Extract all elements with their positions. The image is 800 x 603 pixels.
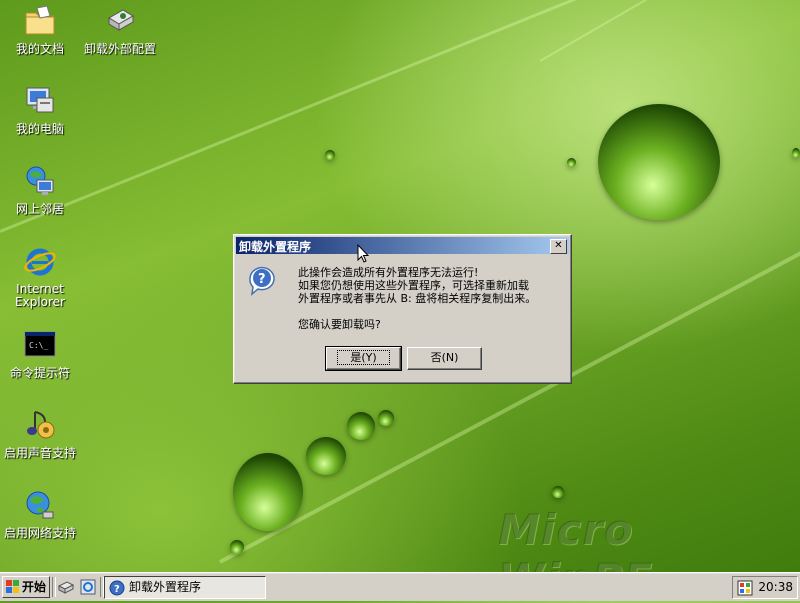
svg-text:C:\_: C:\_	[29, 341, 48, 350]
close-button[interactable]: ✕	[550, 239, 567, 254]
command-prompt-icon: C:\_	[23, 328, 57, 362]
message-line: 此操作会造成所有外置程序无法运行!	[298, 266, 568, 279]
desktop-icon-label-line2: Explorer	[0, 296, 80, 309]
network-icon	[23, 164, 57, 198]
computer-icon	[23, 84, 57, 118]
desktop-icon-label: 卸载外部配置	[80, 43, 160, 56]
drive-icon	[103, 4, 137, 38]
display-settings-icon[interactable]	[737, 580, 753, 596]
windows-flag-icon	[6, 580, 20, 594]
taskbar: 开始 ? 卸载外置程序 20:38	[0, 572, 800, 601]
yes-button-label: 是(Y)	[337, 350, 389, 365]
taskbar-item-label: 卸载外置程序	[129, 577, 201, 598]
mouse-cursor-icon	[357, 244, 369, 264]
desktop-icon-my-computer[interactable]: 我的电脑	[0, 84, 80, 136]
desktop-icon-label: 启用声音支持	[0, 447, 80, 460]
water-drop	[230, 540, 244, 554]
dialog-title: 卸载外置程序	[239, 238, 311, 255]
desktop-icon-label: 我的文档	[0, 43, 80, 56]
message-line: 外置程序或者事先从 B: 盘将相关程序复制出来。	[298, 292, 568, 305]
folder-icon	[23, 4, 57, 38]
water-drop	[347, 412, 375, 440]
water-drop	[306, 437, 346, 475]
desktop-icon-unload-config[interactable]: 卸载外部配置	[80, 4, 160, 56]
water-drop	[792, 148, 800, 158]
unload-dialog[interactable]: 卸载外置程序 ✕ ? 此操作会造成所有外置程序无法运行! 如果您仍想使用这些外置…	[233, 234, 572, 384]
desktop-icon-internet-explorer[interactable]: Internet Explorer	[0, 244, 80, 309]
system-tray: 20:38	[732, 576, 798, 599]
desktop-icon-command-prompt[interactable]: C:\_ 命令提示符	[0, 328, 80, 380]
svg-text:?: ?	[114, 584, 120, 595]
desktop-icon-label: 我的电脑	[0, 123, 80, 136]
no-button[interactable]: 否(N)	[407, 347, 482, 370]
internet-explorer-icon	[23, 244, 57, 278]
quicklaunch-drive-icon[interactable]	[57, 578, 75, 596]
start-button[interactable]: 开始	[2, 576, 50, 598]
message-line: 如果您仍想使用这些外置程序，可选择重新加载	[298, 279, 568, 292]
desktop-icon-label: 启用网络支持	[0, 527, 80, 540]
start-label: 开始	[22, 577, 46, 597]
water-drop	[567, 158, 576, 167]
water-drop	[378, 410, 394, 426]
dialog-titlebar[interactable]: 卸载外置程序 ✕	[236, 237, 569, 254]
svg-text:?: ?	[258, 272, 266, 287]
no-button-label: 否(N)	[431, 351, 459, 364]
dialog-message: 此操作会造成所有外置程序无法运行! 如果您仍想使用这些外置程序，可选择重新加载 …	[298, 266, 568, 331]
question-icon: ?	[109, 580, 125, 596]
clock[interactable]: 20:38	[758, 577, 793, 598]
desktop-icon-label: 网上邻居	[0, 203, 80, 216]
desktop-icon-my-documents[interactable]: 我的文档	[0, 4, 80, 56]
close-icon: ✕	[554, 240, 562, 251]
desktop-icon-network-places[interactable]: 网上邻居	[0, 164, 80, 216]
water-drop	[233, 453, 303, 531]
desktop-icon-enable-network[interactable]: 启用网络支持	[0, 488, 80, 540]
quicklaunch-explorer-icon[interactable]	[79, 578, 97, 596]
desktop-icon-enable-sound[interactable]: 启用声音支持	[0, 408, 80, 460]
taskbar-item-unload-dialog[interactable]: ? 卸载外置程序	[104, 576, 266, 599]
question-icon: ?	[246, 265, 278, 297]
leaf-vein	[540, 0, 800, 62]
sound-icon	[23, 408, 57, 442]
globe-network-icon	[23, 488, 57, 522]
water-drop	[552, 486, 564, 498]
water-drop	[598, 104, 720, 220]
message-line: 您确认要卸载吗?	[298, 318, 568, 331]
yes-button[interactable]: 是(Y)	[326, 347, 401, 370]
desktop-icon-label: 命令提示符	[0, 367, 80, 380]
taskbar-separator	[52, 577, 56, 597]
water-drop	[325, 150, 335, 160]
